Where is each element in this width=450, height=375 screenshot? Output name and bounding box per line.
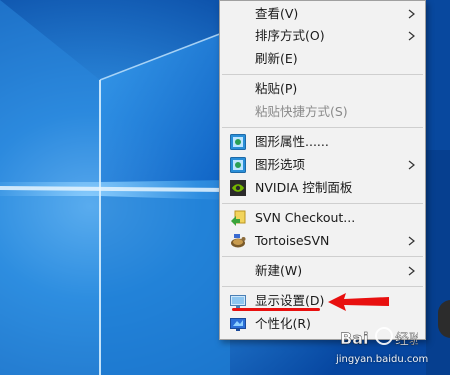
menu-item-nvidia-control-panel[interactable]: NVIDIA 控制面板	[220, 177, 425, 199]
personalize-icon	[230, 318, 246, 331]
side-round-button	[438, 300, 450, 338]
menu-separator	[222, 256, 423, 257]
menu-separator	[222, 286, 423, 287]
chevron-right-icon	[408, 31, 415, 41]
menu-item-label: 个性化(R)	[255, 316, 311, 331]
menu-item-sort-by[interactable]: 排序方式(O)	[220, 25, 425, 47]
menu-separator	[222, 74, 423, 75]
menu-separator	[222, 127, 423, 128]
menu-item-graphics-properties[interactable]: 图形属性......	[220, 131, 425, 153]
menu-item-label: 图形选项	[255, 157, 306, 172]
svg-text:Bai: Bai	[340, 329, 368, 348]
menu-item-label: 粘贴快捷方式(S)	[255, 104, 348, 119]
menu-item-paste[interactable]: 粘贴(P)	[220, 78, 425, 100]
menu-item-tortoise-svn[interactable]: TortoiseSVN	[220, 230, 425, 252]
menu-separator	[222, 203, 423, 204]
menu-item-refresh[interactable]: 刷新(E)	[220, 48, 425, 70]
menu-item-label: NVIDIA 控制面板	[255, 180, 353, 195]
menu-item-label: 查看(V)	[255, 6, 299, 21]
menu-item-new[interactable]: 新建(W)	[220, 260, 425, 282]
intel-graphics-icon	[230, 157, 246, 173]
chevron-right-icon	[408, 236, 415, 246]
menu-item-graphics-options[interactable]: 图形选项	[220, 154, 425, 176]
intel-graphics-icon	[230, 134, 246, 150]
menu-item-paste-shortcut[interactable]: 粘贴快捷方式(S)	[220, 101, 425, 123]
menu-item-label: TortoiseSVN	[255, 233, 330, 248]
chevron-right-icon	[408, 9, 415, 19]
svn-checkout-icon	[231, 210, 246, 226]
menu-item-svn-checkout[interactable]: SVN Checkout...	[220, 207, 425, 229]
menu-item-label: 排序方式(O)	[255, 28, 325, 43]
menu-item-view[interactable]: 查看(V)	[220, 3, 425, 25]
nvidia-icon	[230, 180, 246, 196]
watermark-text: jingyan.baidu.com	[336, 354, 429, 365]
annotation-underline	[232, 308, 320, 311]
menu-item-label: 新建(W)	[255, 263, 303, 278]
menu-item-label: 粘贴(P)	[255, 81, 298, 96]
menu-item-label: 刷新(E)	[255, 51, 298, 66]
annotation-arrow-icon	[328, 293, 389, 311]
desktop-context-menu: 查看(V) 排序方式(O) 刷新(E) 粘贴(P) 粘贴快捷方式(S) 图形属性…	[219, 0, 426, 340]
svg-text:经验: 经验	[395, 332, 418, 348]
display-settings-icon	[230, 295, 246, 308]
menu-item-label: 图形属性......	[255, 134, 329, 149]
chevron-right-icon	[408, 266, 415, 276]
chevron-right-icon	[408, 160, 415, 170]
tortoise-svn-icon	[231, 234, 246, 248]
menu-item-label: SVN Checkout...	[255, 210, 356, 225]
baidu-jingyan-logo: Bai 经验	[340, 327, 418, 348]
